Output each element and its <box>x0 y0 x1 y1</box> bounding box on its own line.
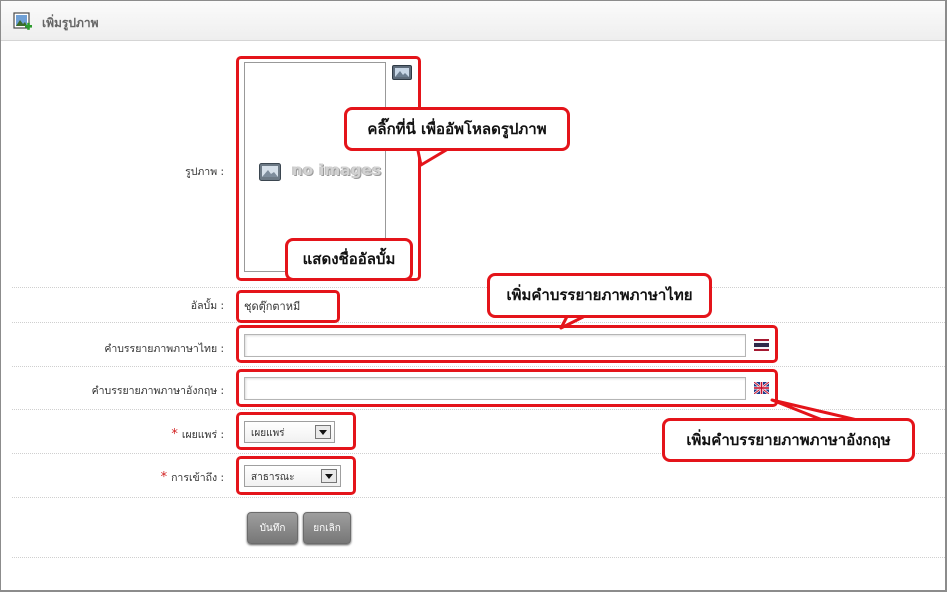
window-frame <box>0 0 947 592</box>
access-label: การเข้าถึง : <box>171 472 224 484</box>
album-label: อัลบั้ม : <box>190 300 224 312</box>
desc-th-label: คำบรรยายภาพภาษาไทย : <box>104 343 224 355</box>
desc-en-label: คำบรรยายภาพภาษาอังกฤษ : <box>91 385 224 397</box>
image-label: รูปภาพ : <box>185 166 224 178</box>
row-divider <box>12 497 945 498</box>
album-highlight <box>236 290 340 323</box>
publish-label-group: * เผยแพร่ : <box>100 426 224 443</box>
required-mark: * <box>171 427 178 442</box>
desc-en-highlight <box>236 369 778 407</box>
access-highlight <box>236 456 356 495</box>
row-divider <box>12 287 945 288</box>
upload-callout: คลิ๊กที่นี่ เพื่ออัพโหลดรูปภาพ <box>344 107 570 151</box>
desc-th-callout: เพิ่มคำบรรยายภาพภาษาไทย <box>487 273 712 318</box>
title-bar: เพิ่มรูปภาพ <box>1 1 945 41</box>
desc-en-callout: เพิ่มคำบรรยายภาพภาษาอังกฤษ <box>662 418 915 462</box>
row-divider <box>12 322 945 323</box>
publish-label: เผยแพร่ : <box>181 429 224 441</box>
save-button[interactable]: บันทึก <box>247 512 298 544</box>
desc-th-highlight <box>236 325 778 363</box>
row-divider <box>12 557 945 558</box>
access-label-group: * การเข้าถึง : <box>100 469 224 486</box>
publish-highlight <box>236 412 356 450</box>
row-divider <box>12 366 945 367</box>
page-title: เพิ่มรูปภาพ <box>42 16 99 30</box>
album-callout: แสดงชื่ออัลบั้ม <box>285 238 413 281</box>
add-image-icon <box>13 12 32 30</box>
required-mark: * <box>160 470 168 485</box>
cancel-button[interactable]: ยกเลิก <box>303 512 351 544</box>
